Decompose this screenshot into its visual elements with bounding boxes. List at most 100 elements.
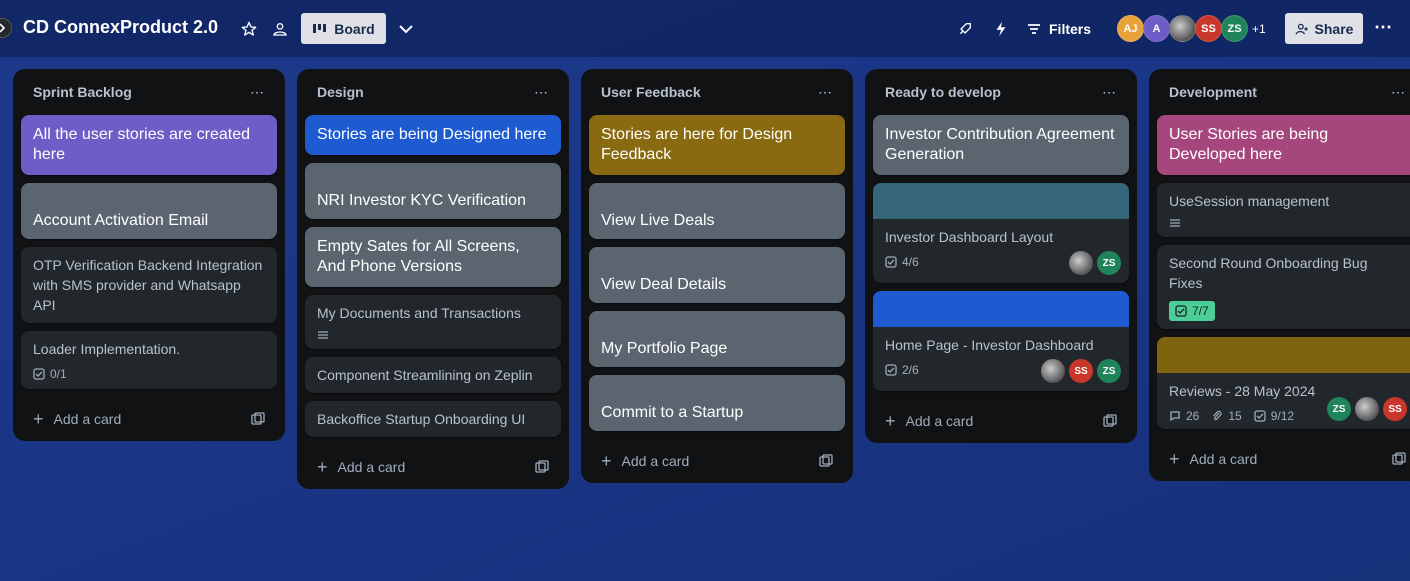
card[interactable]: Stories are being Designed here: [305, 115, 561, 155]
add-card-label: Add a card: [1189, 451, 1258, 467]
power-ups-button[interactable]: [954, 18, 976, 40]
member-avatar[interactable]: A: [1143, 15, 1170, 42]
list-title[interactable]: Ready to develop: [885, 84, 1001, 100]
card-member-avatar-photo[interactable]: [1041, 359, 1065, 383]
card[interactable]: OTP Verification Backend Integration wit…: [21, 247, 277, 323]
card[interactable]: Component Streamlining on Zeplin: [305, 357, 561, 393]
board-icon: [313, 23, 327, 33]
member-avatar[interactable]: ZS: [1221, 15, 1248, 42]
checkbox-icon: [33, 368, 45, 380]
add-card-button[interactable]: + Add a card: [305, 445, 561, 489]
filters-label: Filters: [1049, 21, 1092, 37]
card[interactable]: My Portfolio Page: [589, 311, 845, 367]
member-avatar[interactable]: AJ: [1117, 15, 1144, 42]
card-cover: [1157, 337, 1410, 373]
list-ready-to-develop: Ready to develop ⋯ Investor Contribution…: [865, 69, 1137, 443]
member-avatar[interactable]: SS: [1195, 15, 1222, 42]
card-member-avatar[interactable]: SS: [1383, 397, 1407, 421]
card[interactable]: Backoffice Startup Onboarding UI: [305, 401, 561, 437]
board-view-button[interactable]: Board: [301, 13, 386, 44]
card[interactable]: Account Activation Email: [21, 183, 277, 239]
card-cover: [873, 291, 1129, 327]
add-card-button[interactable]: + Add a card: [589, 439, 845, 483]
checkbox-icon: [885, 256, 897, 268]
board-menu-button[interactable]: ⋯: [1372, 18, 1394, 40]
card-title: All the user stories are created here: [33, 126, 250, 163]
board-title[interactable]: CD ConnexProduct 2.0: [23, 17, 218, 38]
card[interactable]: Investor Dashboard Layout 4/6 ZS: [873, 183, 1129, 283]
card-member-avatar-photo[interactable]: [1355, 397, 1379, 421]
add-card-button[interactable]: + Add a card: [1157, 437, 1410, 481]
list-menu-button[interactable]: ⋯: [250, 84, 265, 101]
card[interactable]: View Live Deals: [589, 183, 845, 239]
list-menu-button[interactable]: ⋯: [1102, 84, 1117, 101]
list-title[interactable]: User Feedback: [601, 84, 701, 100]
create-from-template-icon[interactable]: [1392, 452, 1406, 466]
rocket-icon: [959, 23, 971, 35]
checklist-badge: 2/6: [885, 363, 919, 377]
view-switcher-button[interactable]: [395, 18, 417, 40]
list-title[interactable]: Development: [1169, 84, 1257, 100]
card[interactable]: View Deal Details: [589, 247, 845, 303]
card-title: Empty Sates for All Screens, And Phone V…: [317, 238, 520, 275]
card[interactable]: My Documents and Transactions: [305, 295, 561, 349]
list-sprint-backlog: Sprint Backlog ⋯ All the user stories ar…: [13, 69, 285, 441]
card[interactable]: Commit to a Startup: [589, 375, 845, 431]
filters-button[interactable]: Filters: [1027, 18, 1091, 40]
card[interactable]: Reviews - 28 May 2024 26 15 9/12 ZS SS: [1157, 337, 1410, 429]
create-from-template-icon[interactable]: [251, 412, 265, 426]
create-from-template-icon[interactable]: [1103, 414, 1117, 428]
attachments-badge: 15: [1211, 409, 1242, 423]
checklist-badge: 4/6: [885, 255, 919, 269]
list-menu-button[interactable]: ⋯: [534, 84, 549, 101]
card-title: Stories are being Designed here: [317, 126, 547, 143]
visibility-button[interactable]: [269, 18, 291, 40]
checklist-count: 0/1: [50, 367, 67, 381]
card-title: Home Page - Investor Dashboard: [885, 337, 1094, 353]
card-member-avatar-photo[interactable]: [1069, 251, 1093, 275]
card[interactable]: User Stories are being Developed here: [1157, 115, 1410, 175]
checklist-badge: 9/12: [1254, 409, 1294, 423]
card[interactable]: NRI Investor KYC Verification: [305, 163, 561, 219]
star-icon: [241, 21, 257, 36]
checklist-count: 2/6: [902, 363, 919, 377]
sidebar-toggle[interactable]: [0, 18, 12, 38]
card-cover: [873, 183, 1129, 219]
checklist-count: 7/7: [1192, 304, 1209, 318]
list-menu-button[interactable]: ⋯: [1391, 84, 1406, 101]
add-card-button[interactable]: + Add a card: [873, 399, 1129, 443]
card[interactable]: Loader Implementation. 0/1: [21, 331, 277, 389]
card-member-avatar[interactable]: SS: [1069, 359, 1093, 383]
card[interactable]: Investor Contribution Agreement Generati…: [873, 115, 1129, 175]
card[interactable]: Second Round Onboarding Bug Fixes 7/7: [1157, 245, 1410, 329]
add-card-button[interactable]: + Add a card: [21, 397, 277, 441]
automation-button[interactable]: [990, 18, 1012, 40]
add-person-icon: [1295, 23, 1308, 34]
card-title: View Live Deals: [601, 212, 715, 229]
card[interactable]: All the user stories are created here: [21, 115, 277, 175]
share-button[interactable]: Share: [1285, 13, 1363, 44]
chevron-right-icon: [0, 23, 6, 33]
member-avatar-photo[interactable]: [1169, 15, 1196, 42]
card-member-avatar[interactable]: ZS: [1097, 359, 1121, 383]
card-title: Component Streamlining on Zeplin: [317, 367, 533, 383]
card[interactable]: Stories are here for Design Feedback: [589, 115, 845, 175]
card[interactable]: UseSession management: [1157, 183, 1410, 237]
create-from-template-icon[interactable]: [535, 460, 549, 474]
card-title: Account Activation Email: [33, 212, 209, 229]
more-members-count[interactable]: +1: [1252, 22, 1266, 36]
create-from-template-icon[interactable]: [819, 454, 833, 468]
card-title: Stories are here for Design Feedback: [601, 126, 793, 163]
star-button[interactable]: [238, 18, 260, 40]
list-design: Design ⋯ Stories are being Designed here…: [297, 69, 569, 489]
card[interactable]: Home Page - Investor Dashboard 2/6 SS ZS: [873, 291, 1129, 391]
card-title: User Stories are being Developed here: [1169, 126, 1329, 163]
card-member-avatar[interactable]: ZS: [1097, 251, 1121, 275]
card[interactable]: Empty Sates for All Screens, And Phone V…: [305, 227, 561, 287]
description-icon: [318, 331, 328, 339]
list-user-feedback: User Feedback ⋯ Stories are here for Des…: [581, 69, 853, 483]
list-title[interactable]: Design: [317, 84, 364, 100]
list-menu-button[interactable]: ⋯: [818, 84, 833, 101]
list-title[interactable]: Sprint Backlog: [33, 84, 132, 100]
card-member-avatar[interactable]: ZS: [1327, 397, 1351, 421]
